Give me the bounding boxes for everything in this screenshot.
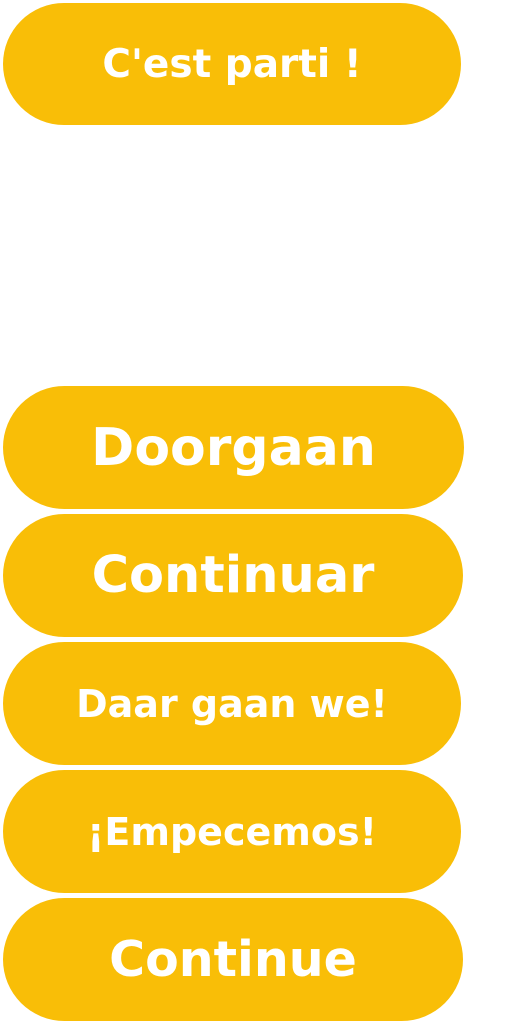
daar-gaan-we-button[interactable]: Daar gaan we!	[3, 642, 461, 765]
empecemos-button-label: ¡Empecemos!	[87, 809, 377, 854]
cest-parti-button[interactable]: C'est parti !	[3, 3, 461, 125]
empecemos-button[interactable]: ¡Empecemos!	[3, 770, 461, 893]
continuar-button-label: Continuar	[91, 546, 375, 605]
doorgaan-button[interactable]: Doorgaan	[3, 386, 464, 509]
cest-parti-button-label: C'est parti !	[102, 41, 362, 87]
continue-button[interactable]: Continue	[3, 898, 463, 1021]
daar-gaan-we-button-label: Daar gaan we!	[76, 681, 388, 726]
continuar-button[interactable]: Continuar	[3, 514, 463, 637]
continue-button-label: Continue	[109, 931, 357, 988]
doorgaan-button-label: Doorgaan	[91, 417, 376, 478]
